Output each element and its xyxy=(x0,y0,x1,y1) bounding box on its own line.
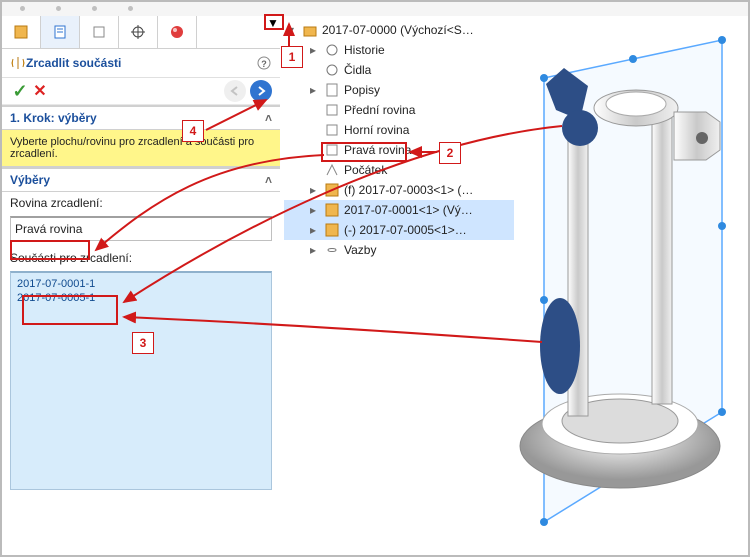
next-button[interactable] xyxy=(250,80,272,102)
tab-dim[interactable] xyxy=(119,16,158,48)
help-icon[interactable]: ? xyxy=(256,55,272,71)
section-step1[interactable]: 1. Krok: výběry ˄ xyxy=(2,105,280,130)
model-view[interactable] xyxy=(290,16,750,556)
graphics-area[interactable]: ▾2017-07-0000 (Výchozí<S… ▸Historie Čidl… xyxy=(280,16,748,555)
feature-title: Zrcadlit součásti xyxy=(26,56,256,70)
mirror-plane-field[interactable]: Pravá rovina xyxy=(10,216,272,241)
config-icon xyxy=(91,24,107,40)
ball-icon xyxy=(169,24,185,40)
callout-box-3 xyxy=(22,295,118,325)
dropdown-caret-icon[interactable]: ▼ xyxy=(267,16,279,30)
svg-text:?: ? xyxy=(261,59,267,69)
tab-property[interactable] xyxy=(41,16,80,48)
section-label: Výběry xyxy=(10,173,50,187)
tab-feature[interactable] xyxy=(2,16,41,48)
feature-header: Zrcadlit součásti ? xyxy=(2,49,280,78)
ok-button[interactable]: ✓ xyxy=(10,81,30,101)
callout-3: 3 xyxy=(132,332,154,354)
arrow-right-icon xyxy=(255,85,267,97)
mirror-plane-value: Pravá rovina xyxy=(15,222,82,236)
property-tabs xyxy=(2,16,280,49)
tab-config[interactable] xyxy=(80,16,119,48)
callout-1: 1 xyxy=(281,46,303,68)
target-icon xyxy=(130,24,146,40)
cancel-button[interactable]: ✕ xyxy=(30,81,50,101)
hint-text: Vyberte plochu/rovinu pro zrcadlení a so… xyxy=(2,130,280,167)
back-button[interactable] xyxy=(224,80,246,102)
tab-appearance[interactable] xyxy=(158,16,197,48)
callout-4: 4 xyxy=(182,120,204,142)
callout-box-plane xyxy=(10,240,90,260)
list-item[interactable]: 2017-07-0001-1 xyxy=(15,277,267,291)
callout-2: 2 xyxy=(439,142,461,164)
mirror-plane-label: Rovina zrcadlení: xyxy=(2,192,280,214)
callout-box-2 xyxy=(321,142,407,162)
sheet-icon xyxy=(52,24,68,40)
mirror-icon xyxy=(10,55,26,71)
chevron-up-icon: ˄ xyxy=(265,173,272,187)
section-label: 1. Krok: výběry xyxy=(10,111,97,125)
cube-icon xyxy=(13,24,29,40)
section-selections[interactable]: Výběry ˄ xyxy=(2,167,280,192)
chevron-up-icon: ˄ xyxy=(265,111,272,125)
arrow-left-icon xyxy=(229,85,241,97)
